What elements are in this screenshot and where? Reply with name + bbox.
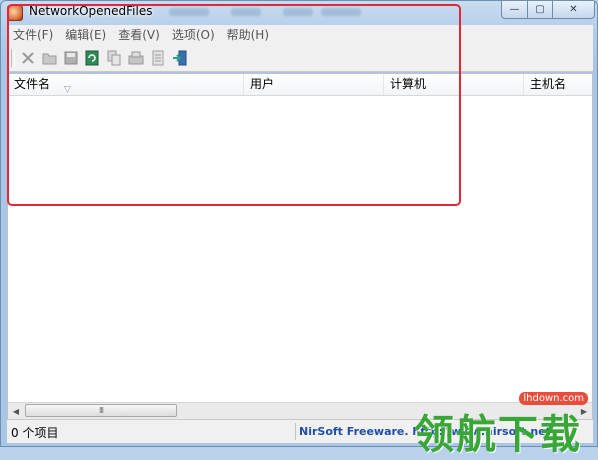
watermark-text: 领航下载	[414, 412, 582, 458]
status-divider	[295, 423, 296, 440]
toolbar-separator	[11, 49, 15, 67]
blurred-background	[283, 8, 313, 16]
file-list[interactable]: 文件名 ▽ 用户 计算机 主机名 ◀ III ▶	[7, 73, 593, 419]
close-icon: ✕	[569, 4, 578, 15]
app-window: NetworkOpenedFiles — ▢ ✕ 文件(F) 编辑(E) 查看(…	[0, 0, 598, 447]
menu-help[interactable]: 帮助(H)	[221, 25, 275, 45]
minimize-icon: —	[509, 4, 520, 15]
close-button[interactable]: ✕	[552, 1, 595, 19]
copy-icon	[107, 50, 121, 66]
sort-arrow-icon: ▽	[64, 85, 71, 95]
column-header-user[interactable]: 用户	[244, 74, 384, 95]
scroll-left-button[interactable]: ◀	[8, 403, 24, 419]
arrow-left-icon: ◀	[12, 406, 20, 416]
watermark: lhdown.com 领航下载	[414, 392, 594, 458]
column-label: 文件名	[14, 77, 51, 91]
window-title: NetworkOpenedFiles	[29, 4, 153, 18]
copy-button[interactable]	[105, 49, 123, 67]
toolbar	[7, 45, 593, 72]
menu-edit[interactable]: 编辑(E)	[59, 25, 112, 45]
save-icon	[64, 51, 78, 65]
app-icon	[7, 5, 23, 21]
blurred-background	[169, 8, 209, 16]
save-button[interactable]	[62, 49, 80, 67]
maximize-button[interactable]: ▢	[527, 1, 553, 19]
delete-button[interactable]	[19, 49, 37, 67]
refresh-icon	[85, 50, 99, 66]
list-header: 文件名 ▽ 用户 计算机 主机名	[8, 74, 592, 96]
exit-button[interactable]	[171, 49, 189, 67]
grip-icon: III	[98, 406, 104, 415]
html-report-button[interactable]	[149, 49, 167, 67]
properties-button[interactable]	[127, 49, 145, 67]
minimize-button[interactable]: —	[501, 1, 528, 19]
properties-icon	[128, 51, 144, 65]
blurred-background	[321, 8, 361, 16]
open-icon	[42, 53, 57, 65]
delete-icon	[22, 52, 34, 64]
menu-options[interactable]: 选项(O)	[166, 25, 221, 45]
open-button[interactable]	[41, 49, 59, 67]
exit-icon	[173, 50, 187, 66]
menu-bar: 文件(F) 编辑(E) 查看(V) 选项(O) 帮助(H)	[7, 25, 593, 46]
menu-view[interactable]: 查看(V)	[112, 25, 166, 45]
html-report-icon	[152, 50, 164, 66]
column-header-computer[interactable]: 计算机	[384, 74, 524, 95]
column-label: 主机名	[530, 77, 567, 91]
column-header-filename[interactable]: 文件名 ▽	[8, 74, 244, 95]
blurred-background	[231, 8, 261, 16]
column-label: 计算机	[390, 77, 427, 91]
scrollbar-thumb[interactable]: III	[25, 404, 177, 417]
title-bar[interactable]: NetworkOpenedFiles — ▢ ✕	[1, 1, 597, 23]
menu-file[interactable]: 文件(F)	[7, 25, 59, 45]
item-count: 0 个项目	[11, 426, 59, 440]
column-header-hostname[interactable]: 主机名	[524, 74, 592, 95]
refresh-button[interactable]	[83, 49, 101, 67]
column-label: 用户	[250, 77, 275, 91]
maximize-icon: ▢	[535, 4, 545, 15]
